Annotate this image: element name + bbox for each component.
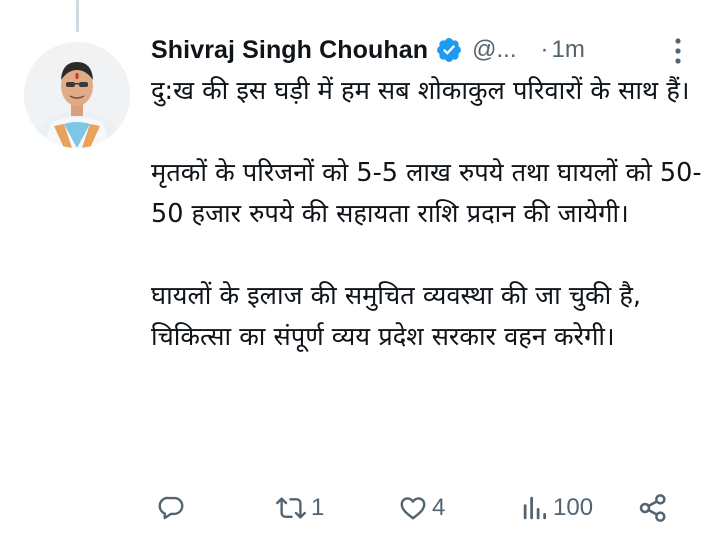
views-button[interactable]: 100 (520, 486, 593, 530)
views-count: 100 (553, 494, 594, 521)
reply-icon (158, 496, 184, 520)
author-name[interactable]: Shivraj Singh Chouhan (151, 36, 428, 65)
avatar-image (24, 42, 130, 148)
retweet-icon (276, 497, 306, 519)
retweet-button[interactable]: 1 (274, 486, 324, 530)
tweet-action-bar: 1 4 100 (151, 486, 691, 530)
retweet-count: 1 (311, 494, 325, 521)
avatar[interactable] (24, 42, 130, 148)
heart-icon (400, 497, 426, 520)
tweet-paragraph: घायलों के इलाज की समुचित व्यवस्था की जा … (151, 281, 641, 352)
tweet-text: दु:ख की इस घड़ी में हम सब शोकाकुल परिवार… (151, 71, 703, 358)
separator-dot: · (540, 36, 549, 63)
like-count: 4 (432, 494, 446, 521)
share-icon (639, 494, 666, 522)
tweet-timestamp[interactable]: 1m (552, 36, 585, 64)
more-vertical-icon (675, 38, 681, 64)
tweet-paragraph: दु:ख की इस घड़ी में हम सब शोकाकुल परिवार… (151, 76, 690, 106)
verified-badge-icon (435, 36, 463, 64)
tweet-paragraph: मृतकों के परिजनों को 5-5 लाख रुपये तथा घ… (151, 158, 702, 229)
views-chart-icon (523, 496, 546, 520)
author-handle[interactable]: @... (472, 36, 516, 64)
reply-button[interactable] (156, 486, 189, 530)
tweet-header: Shivraj Singh Chouhan @... · 1m (151, 30, 691, 70)
share-button[interactable] (637, 486, 669, 530)
thread-connector-line (76, 0, 79, 32)
like-button[interactable]: 4 (397, 486, 445, 530)
more-options-button[interactable] (666, 34, 690, 68)
